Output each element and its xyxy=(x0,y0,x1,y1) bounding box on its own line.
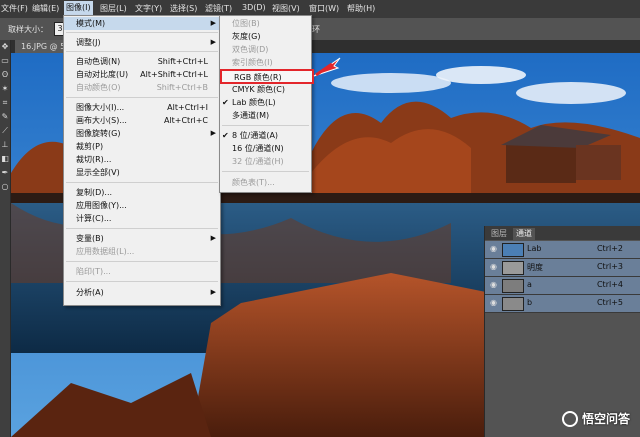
menu-item-adjust[interactable]: 调整(J) ▶ xyxy=(64,36,220,49)
options-trailing-text: 环 xyxy=(312,25,320,34)
eye-icon[interactable]: ◉ xyxy=(490,280,497,289)
check-icon: ✔ xyxy=(222,98,229,107)
eyedropper-tool-icon[interactable]: ✎ xyxy=(0,110,10,124)
channel-row-b[interactable]: ◉ b Ctrl+5 xyxy=(485,295,640,313)
menu-item-variables[interactable]: 变量(B) ▶ xyxy=(64,232,220,245)
magic-wand-tool-icon[interactable]: ✶ xyxy=(0,82,10,96)
eye-icon[interactable]: ◉ xyxy=(490,262,497,271)
menu-item-auto-tone[interactable]: 自动色调(N) Shift+Ctrl+L xyxy=(64,55,220,68)
channel-row-lab[interactable]: ◉ Lab Ctrl+2 xyxy=(485,241,640,259)
mode-indexed-color: 索引颜色(I) xyxy=(232,58,273,67)
menu-item-image-rotation[interactable]: 图像旋转(G) ▶ xyxy=(64,127,220,140)
menu-item-trim[interactable]: 裁切(R)... xyxy=(64,153,220,166)
image-menu: 模式(M) ▶ 调整(J) ▶ 自动色调(N) Shift+Ctrl+L 自动对比度(… xyxy=(63,15,221,306)
eye-icon[interactable]: ◉ xyxy=(490,244,497,253)
panel-tabs: 图层 通道 xyxy=(485,226,640,240)
menu-view[interactable]: 视图(V) xyxy=(272,3,300,14)
mode-submenu: 位图(B) 灰度(G) 双色调(D) 索引颜色(I) CMYK 颜色(C) ✔ … xyxy=(219,15,312,193)
menu-item-canvas-size[interactable]: 画布大小(S)... Alt+Ctrl+C xyxy=(64,114,220,127)
mode-lab-color[interactable]: ✔ Lab 颜色(L) xyxy=(220,96,311,109)
eraser-tool-icon[interactable]: ◧ xyxy=(0,152,10,166)
watermark: 悟空问答 xyxy=(561,410,630,427)
menu-file[interactable]: 文件(F) xyxy=(1,3,28,14)
channels-panel: 图层 通道 ◉ Lab Ctrl+2 ◉ 明度 Ctrl+3 ◉ a Ctrl+… xyxy=(484,226,640,437)
tools-panel: ✥ ▭ ʘ ✶ ⌗ ✎ ⟋ ⊥ ◧ ✒ ○ xyxy=(0,40,11,437)
eye-icon[interactable]: ◉ xyxy=(490,298,497,307)
lasso-tool-icon[interactable]: ʘ xyxy=(0,68,10,82)
channel-thumbnail xyxy=(502,297,524,311)
menu-item-auto-contrast[interactable]: 自动对比度(U) Alt+Shift+Ctrl+L xyxy=(64,68,220,81)
mode-8-bit[interactable]: ✔ 8 位/通道(A) xyxy=(220,129,311,142)
channel-thumbnail xyxy=(502,243,524,257)
menu-item-image-size[interactable]: 图像大小(I)... Alt+Ctrl+I xyxy=(64,101,220,114)
mode-rgb-color[interactable]: RGB 颜色(R) xyxy=(220,69,314,84)
menu-type[interactable]: 文字(Y) xyxy=(135,3,162,14)
menu-item-auto-color: 自动颜色(O) Shift+Ctrl+B xyxy=(76,83,208,92)
crop-tool-icon[interactable]: ⌗ xyxy=(0,96,10,110)
stamp-tool-icon[interactable]: ⊥ xyxy=(0,138,10,152)
pen-tool-icon[interactable]: ✒ xyxy=(0,166,10,180)
move-tool-icon[interactable]: ✥ xyxy=(0,40,10,54)
menu-item-calculations[interactable]: 计算(C)... xyxy=(64,212,220,225)
watermark-logo-icon xyxy=(561,411,578,427)
menu-item-analysis[interactable]: 分析(A) ▶ xyxy=(64,286,220,299)
mode-bitmap: 位图(B) xyxy=(232,19,260,28)
zoom-tool-icon[interactable]: ○ xyxy=(0,180,10,194)
mode-32-bit: 32 位/通道(H) xyxy=(232,157,284,166)
mode-multichannel[interactable]: 多通道(M) xyxy=(220,109,311,122)
channel-thumbnail xyxy=(502,279,524,293)
channel-row-a[interactable]: ◉ a Ctrl+4 xyxy=(485,277,640,295)
menu-select[interactable]: 选择(S) xyxy=(170,3,197,14)
mode-16-bit[interactable]: 16 位/通道(N) xyxy=(220,142,311,155)
menu-item-apply-data-set: 应用数据组(L)... xyxy=(76,247,135,256)
tab-layers[interactable]: 图层 xyxy=(488,228,510,240)
mode-duotone: 双色调(D) xyxy=(232,45,269,54)
menu-item-crop[interactable]: 裁剪(P) xyxy=(64,140,220,153)
menu-help[interactable]: 帮助(H) xyxy=(347,3,375,14)
brush-tool-icon[interactable]: ⟋ xyxy=(0,124,10,138)
menu-image[interactable]: 图像(I) xyxy=(64,1,93,15)
mode-grayscale[interactable]: 灰度(G) xyxy=(220,30,311,43)
marquee-tool-icon[interactable]: ▭ xyxy=(0,54,10,68)
mode-color-table: 颜色表(T)... xyxy=(232,178,275,187)
channel-thumbnail xyxy=(502,261,524,275)
menu-item-apply-image[interactable]: 应用图像(Y)... xyxy=(64,199,220,212)
check-icon: ✔ xyxy=(222,131,229,140)
red-arrow-icon xyxy=(313,57,341,77)
menu-filter[interactable]: 滤镜(T) xyxy=(205,3,232,14)
menu-item-mode[interactable]: 模式(M) ▶ xyxy=(64,17,220,30)
menu-item-reveal-all[interactable]: 显示全部(V) xyxy=(64,166,220,179)
sample-size-label: 取样大小： xyxy=(8,25,48,34)
menu-item-duplicate[interactable]: 复制(D)... xyxy=(64,186,220,199)
menu-3d[interactable]: 3D(D) xyxy=(242,3,266,12)
menu-layer[interactable]: 图层(L) xyxy=(100,3,127,14)
menu-item-trap: 陷印(T)... xyxy=(76,267,111,276)
menu-window[interactable]: 窗口(W) xyxy=(309,3,339,14)
menu-edit[interactable]: 编辑(E) xyxy=(32,3,59,14)
mode-cmyk-color[interactable]: CMYK 颜色(C) xyxy=(220,83,311,96)
tab-channels[interactable]: 通道 xyxy=(513,228,535,240)
channel-row-lightness[interactable]: ◉ 明度 Ctrl+3 xyxy=(485,259,640,277)
